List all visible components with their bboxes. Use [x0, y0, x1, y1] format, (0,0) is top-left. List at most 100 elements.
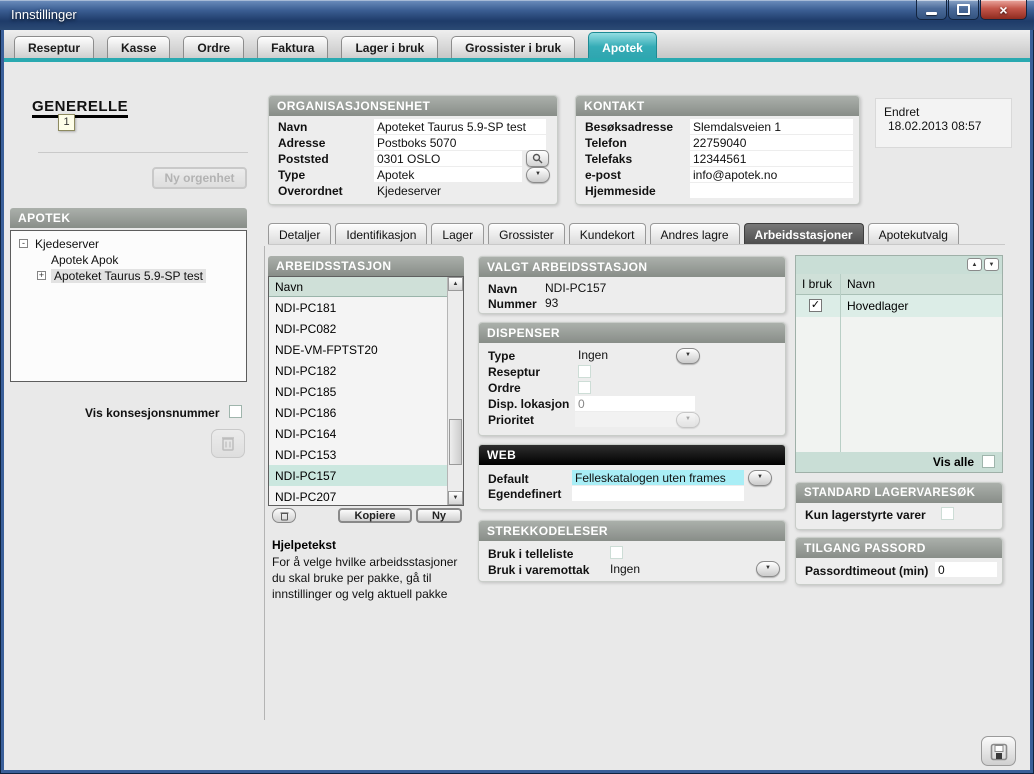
dispenser-panel-header: DISPENSER	[479, 323, 785, 343]
chevron-down-icon: ▼	[685, 416, 691, 422]
column-header-i-bruk[interactable]: I bruk	[802, 277, 832, 291]
new-org-button[interactable]: Ny orgenhet	[152, 167, 247, 189]
ordre-checkbox[interactable]	[578, 381, 591, 394]
valgt-nummer-value: 93	[545, 296, 558, 310]
poststed-search-button[interactable]	[526, 150, 549, 167]
tab-lager-i-bruk[interactable]: Lager i bruk	[341, 36, 438, 58]
new-button[interactable]: Ny	[416, 508, 462, 523]
scrollbar-thumb[interactable]	[449, 419, 462, 465]
tree-item-apoteket-taurus[interactable]: Apoteket Taurus 5.9-SP test	[51, 269, 206, 283]
column-separator	[840, 274, 841, 452]
collapse-icon[interactable]: -	[19, 239, 28, 248]
show-license-checkbox[interactable]	[229, 405, 242, 418]
subtab-arbeidsstasjoner[interactable]: Arbeidsstasjoner	[744, 223, 864, 245]
list-item[interactable]: NDE-VM-FPTST20	[269, 339, 463, 360]
org-adresse-label: Adresse	[278, 136, 325, 150]
subtab-kundekort[interactable]: Kundekort	[569, 223, 646, 245]
save-button[interactable]	[981, 736, 1016, 766]
close-button[interactable]: ×	[980, 0, 1027, 20]
delete-workstation-button[interactable]	[272, 508, 296, 523]
scroll-down-icon[interactable]: ▼	[448, 491, 463, 505]
move-down-button[interactable]: ▼	[984, 258, 999, 271]
org-type-dropdown[interactable]: ▼	[526, 167, 550, 183]
tree-item-kjedeserver[interactable]: Kjedeserver	[35, 237, 99, 251]
epost-field[interactable]	[690, 167, 853, 182]
subtab-detaljer[interactable]: Detaljer	[268, 223, 331, 245]
workstation-column-header[interactable]: Navn	[269, 277, 463, 297]
tab-kasse[interactable]: Kasse	[107, 36, 170, 58]
list-item[interactable]: NDI-PC186	[269, 402, 463, 423]
table-row[interactable]: ✓ Hovedlager	[796, 295, 1002, 317]
subtab-andres-lagre[interactable]: Andres lagre	[650, 223, 740, 245]
subtab-lager[interactable]: Lager	[431, 223, 484, 245]
generelle-badge: 1	[58, 114, 75, 131]
org-type-field[interactable]	[374, 167, 522, 182]
list-item[interactable]: NDI-PC182	[269, 360, 463, 381]
valgt-navn-label: Navn	[488, 282, 517, 296]
web-panel-header: WEB	[479, 445, 785, 465]
tab-reseptur[interactable]: Reseptur	[14, 36, 94, 58]
list-item[interactable]: NDI-PC207	[269, 486, 463, 506]
org-adresse-field[interactable]	[374, 135, 546, 150]
valgt-navn-value: NDI-PC157	[545, 281, 606, 295]
telleliste-checkbox[interactable]	[610, 546, 623, 559]
list-item[interactable]: NDI-PC164	[269, 423, 463, 444]
list-item[interactable]: NDI-PC153	[269, 444, 463, 465]
minimize-button[interactable]	[916, 0, 947, 20]
subtab-identifikasjon[interactable]: Identifikasjon	[335, 223, 427, 245]
delete-org-button[interactable]	[211, 429, 245, 458]
tab-apotek[interactable]: Apotek	[588, 32, 657, 58]
chevron-down-icon: ▼	[757, 474, 763, 480]
telefaks-field[interactable]	[690, 151, 853, 166]
disp-lokasjon-field[interactable]	[575, 396, 695, 411]
column-header-navn[interactable]: Navn	[847, 277, 875, 291]
dispenser-type-dropdown[interactable]: ▼	[676, 348, 700, 364]
org-poststed-field[interactable]	[374, 151, 522, 166]
tab-grossister-i-bruk[interactable]: Grossister i bruk	[451, 36, 575, 58]
varemottak-dropdown[interactable]: ▼	[756, 561, 780, 577]
copy-button[interactable]: Kopiere	[338, 508, 412, 523]
title-bar: Innstillinger ×	[0, 0, 1034, 30]
tab-faktura[interactable]: Faktura	[257, 36, 328, 58]
modified-label: Endret	[884, 105, 919, 119]
web-default-dropdown[interactable]: ▼	[748, 470, 772, 486]
list-item[interactable]: NDI-PC181	[269, 297, 463, 318]
reseptur-checkbox[interactable]	[578, 365, 591, 378]
besoksadresse-field[interactable]	[690, 119, 853, 134]
vis-alle-checkbox[interactable]	[982, 455, 995, 468]
trash-icon	[273, 511, 295, 521]
prioritet-dropdown[interactable]: ▼	[676, 412, 700, 428]
kontakt-panel-header: KONTAKT	[576, 96, 859, 116]
kontakt-epost-label: e-post	[585, 168, 621, 182]
scrollbar[interactable]: ▲ ▼	[447, 277, 463, 505]
chevron-down-icon: ▼	[685, 352, 691, 358]
list-item[interactable]: NDI-PC082	[269, 318, 463, 339]
passordtimeout-field[interactable]	[935, 562, 997, 577]
web-default-field[interactable]	[572, 470, 744, 485]
i-bruk-checkbox[interactable]: ✓	[809, 299, 822, 312]
hjemmeside-field[interactable]	[690, 183, 853, 198]
storage-table: ▲ ▼ I bruk Navn ✓ Hovedlager Vis alle	[795, 255, 1003, 473]
kontakt-telefaks-label: Telefaks	[585, 152, 632, 166]
prioritet-label: Prioritet	[488, 413, 534, 427]
list-item[interactable]: NDI-PC185	[269, 381, 463, 402]
help-title: Hjelpetekst	[272, 538, 336, 552]
row-navn: Hovedlager	[847, 299, 908, 313]
tree-item-apotek-apok[interactable]: Apotek Apok	[51, 253, 118, 267]
trash-icon	[212, 435, 244, 451]
telefon-field[interactable]	[690, 135, 853, 150]
help-text: For å velge hvilke arbeidsstasjoner du s…	[272, 554, 468, 602]
scroll-up-icon[interactable]: ▲	[448, 277, 463, 291]
tab-ordre[interactable]: Ordre	[183, 36, 244, 58]
maximize-button[interactable]	[948, 0, 979, 20]
org-tree: - Kjedeserver Apotek Apok + Apoteket Tau…	[10, 230, 247, 382]
subtab-grossister[interactable]: Grossister	[488, 223, 565, 245]
expand-icon[interactable]: +	[37, 271, 46, 280]
lagerstyrte-checkbox[interactable]	[941, 507, 954, 520]
web-egendefinert-field[interactable]	[572, 486, 744, 501]
list-item-selected[interactable]: NDI-PC157	[269, 465, 463, 486]
org-navn-field[interactable]	[374, 119, 546, 134]
move-up-button[interactable]: ▲	[967, 258, 982, 271]
lagerstyrte-label: Kun lagerstyrte varer	[805, 508, 926, 522]
subtab-apotekutvalg[interactable]: Apotekutvalg	[868, 223, 959, 245]
